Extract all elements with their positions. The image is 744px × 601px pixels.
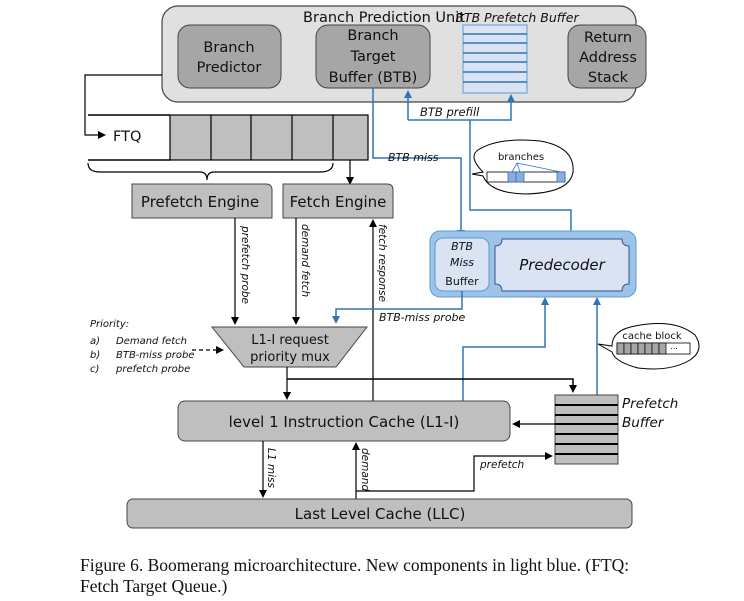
svg-text:Branch: Branch	[347, 28, 398, 44]
fetch-target-queue: FTQ	[88, 114, 369, 161]
svg-text:BTB: BTB	[451, 240, 473, 253]
svg-text:Branch: Branch	[203, 40, 254, 56]
demand-fetch-label: demand fetch	[299, 224, 311, 297]
branch-prediction-unit: Branch Prediction Unit BTB Prefetch Buff…	[161, 5, 647, 103]
prefetch-label: prefetch	[479, 459, 524, 471]
svg-text:Last Level Cache (LLC): Last Level Cache (LLC)	[295, 505, 466, 523]
priority-legend: Priority: a) Demand fetch b) BTB-miss pr…	[90, 319, 224, 375]
branch-predictor-box: Branch Predictor	[177, 24, 282, 89]
svg-text:Demand fetch: Demand fetch	[116, 336, 187, 347]
return-address-stack-box: Return Address Stack	[567, 24, 647, 89]
boomerang-diagram: Branch Prediction Unit BTB Prefetch Buff…	[84, 5, 700, 529]
btb-miss-buffer: BTB Miss Buffer	[434, 237, 490, 292]
demand-label: demand	[359, 448, 371, 491]
btb-prefill-label: BTB prefill	[420, 105, 480, 119]
svg-text:Buffer: Buffer	[445, 275, 479, 288]
l1i-to-predecoder-arrow	[462, 297, 549, 401]
branch-target-buffer-box: Branch Target Buffer (BTB)	[315, 24, 431, 89]
svg-text:Buffer: Buffer	[622, 415, 665, 431]
svg-text:Stack: Stack	[588, 70, 629, 86]
svg-text:Prefetch: Prefetch	[622, 396, 678, 412]
svg-text:Predictor: Predictor	[197, 60, 262, 76]
svg-text:Priority:: Priority:	[90, 319, 129, 330]
svg-text:Miss: Miss	[450, 256, 474, 269]
svg-text:b): b)	[90, 350, 100, 361]
svg-text:branches: branches	[498, 152, 544, 163]
svg-text:c): c)	[90, 364, 99, 375]
ftq-label: FTQ	[113, 129, 141, 145]
btb-prefetch-buffer-label: BTB Prefetch Buffer	[455, 10, 579, 25]
branches-bubble: branches	[471, 139, 574, 195]
cache-block-bubble: cache block ...	[597, 322, 700, 370]
l1-instruction-cache: level 1 Instruction Cache (L1-I)	[177, 400, 511, 442]
bpu-to-ftq-arrow	[84, 74, 162, 139]
ftq-brace	[87, 162, 334, 181]
prefetch-engine: Prefetch Engine	[131, 183, 273, 219]
svg-text:prefetch probe: prefetch probe	[115, 364, 190, 375]
svg-text:Fetch Engine: Fetch Engine	[290, 193, 387, 211]
svg-text:L1-I request: L1-I request	[251, 333, 329, 348]
svg-text:Buffer (BTB): Buffer (BTB)	[329, 70, 418, 86]
svg-text:Target: Target	[350, 49, 396, 65]
l1i-request-priority-mux: L1-I request priority mux	[210, 326, 369, 368]
caption-line-1: Figure 6. Boomerang microarchitecture. N…	[80, 555, 630, 575]
predecoder: Predecoder	[494, 238, 630, 292]
fetch-engine: Fetch Engine	[282, 183, 394, 219]
figure-caption: Figure 6. Boomerang microarchitecture. N…	[80, 555, 740, 597]
svg-text:Predecoder: Predecoder	[519, 256, 605, 274]
btb-miss-probe-label: BTB-miss probe	[379, 311, 466, 324]
svg-text:Prefetch Engine: Prefetch Engine	[141, 193, 259, 211]
l1-miss-label: L1 miss	[265, 448, 277, 488]
svg-text:...: ...	[670, 342, 678, 351]
btb-miss-label: BTB miss	[388, 151, 439, 164]
last-level-cache: Last Level Cache (LLC)	[126, 498, 633, 529]
new-components-group: BTB Miss Buffer Predecoder	[429, 230, 637, 298]
svg-text:level 1 Instruction Cache (L1-: level 1 Instruction Cache (L1-I)	[229, 413, 460, 431]
mux-to-prefetch-buffer-arrow	[287, 378, 577, 393]
svg-text:priority mux: priority mux	[250, 350, 330, 365]
svg-text:cache block: cache block	[622, 331, 682, 342]
svg-text:BTB-miss probe: BTB-miss probe	[116, 350, 194, 361]
svg-text:a): a)	[90, 336, 100, 347]
svg-text:Address: Address	[579, 50, 637, 66]
fetch-response-label: fetch response	[376, 224, 388, 302]
prefetch-buffer: Prefetch Buffer	[554, 394, 678, 465]
bpu-title: Branch Prediction Unit	[303, 10, 465, 26]
btb-prefetch-buffer	[462, 24, 528, 94]
caption-line-2: Fetch Target Queue.)	[80, 576, 228, 596]
prefetch-probe-label: prefetch probe	[239, 225, 251, 304]
svg-text:Return: Return	[584, 30, 632, 46]
